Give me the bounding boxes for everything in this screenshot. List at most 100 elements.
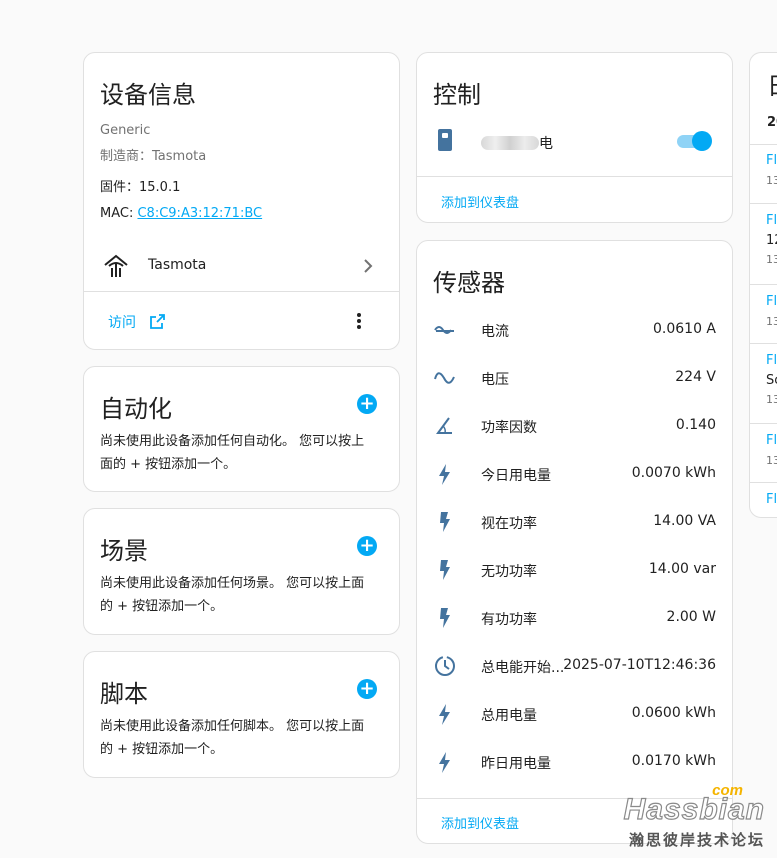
log-entry-time: 13 (766, 393, 777, 406)
more-vert-icon[interactable] (356, 312, 362, 334)
log-entry-name: Fl (766, 492, 777, 507)
sensor-value: 2.00 W (666, 609, 716, 625)
sensor-name: 无功功率 (481, 564, 537, 580)
lightning-bolt-icon (433, 462, 457, 486)
log-entry-name: Fl (766, 213, 777, 228)
log-entry-detail: 12 (766, 233, 777, 248)
scene-title: 场景 (100, 537, 148, 565)
sensor-name: 今日用电量 (481, 468, 551, 484)
log-entry-time: 13 (766, 315, 777, 328)
log-entry[interactable]: Fl 13 (766, 294, 777, 328)
device-info-card: 设备信息 Generic 制造商：Tasmota 固件：15.0.1 MAC: … (83, 52, 400, 350)
automation-title: 自动化 (100, 395, 172, 423)
log-entry-name: Fl (766, 433, 777, 448)
watermark-com: com (712, 782, 743, 799)
log-entry-time: 13 (766, 174, 777, 187)
sensor-row-energy-start[interactable]: 总电能开始... 2025-07-10T12:46:36 (417, 642, 732, 690)
log-entry[interactable]: Fl 12 13 (766, 213, 777, 266)
power-socket-icon (437, 128, 453, 156)
control-divider (417, 176, 732, 177)
sensor-row-total-energy[interactable]: 总用电量 0.0600 kWh (417, 690, 732, 738)
log-divider (750, 284, 777, 286)
log-entry[interactable]: Fl (766, 492, 777, 507)
sensor-name: 有功功率 (481, 612, 537, 628)
sine-wave-icon (433, 366, 457, 390)
sensor-value: 0.0070 kWh (631, 465, 716, 481)
device-model: Generic (100, 123, 151, 138)
switch-name-suffix: 电 (539, 136, 553, 152)
logbook-date: 20 (767, 115, 777, 130)
log-entry-time: 13 (766, 454, 777, 467)
sensor-row-apparent-power[interactable]: 视在功率 14.00 VA (417, 498, 732, 546)
log-entry-name: Fl (766, 353, 777, 368)
logbook-card: 日 20 Fl 13 Fl 12 13 Fl 13 Fl Sc 13 Fl 13… (749, 52, 777, 518)
sensor-value: 0.0170 kWh (631, 753, 716, 769)
automation-description: 尚未使用此设备添加任何自动化。 您可以按上面的 + 按钮添加一个。 (100, 434, 365, 472)
visit-button[interactable]: 访问 (108, 312, 166, 333)
flash-icon (433, 606, 457, 630)
device-firmware: 固件：15.0.1 (100, 180, 181, 195)
integration-name: Tasmota (148, 257, 207, 273)
log-divider (750, 343, 777, 345)
log-entry[interactable]: Fl 13 (766, 153, 777, 187)
sensor-row-yesterday-energy[interactable]: 昨日用电量 0.0170 kWh (417, 738, 732, 786)
mac-label: MAC: (100, 206, 138, 221)
sensor-name: 总电能开始... (481, 660, 565, 676)
sensor-name: 电流 (481, 324, 509, 340)
add-scene-button[interactable]: + (357, 536, 377, 556)
control-card: 控制 电 添加到仪表盘 (416, 52, 733, 223)
sensor-row-active-power[interactable]: 有功功率 2.00 W (417, 594, 732, 642)
switch-toggle[interactable] (675, 131, 712, 151)
sensor-value: 0.140 (675, 417, 716, 433)
sensor-name: 视在功率 (481, 516, 537, 532)
sensor-value: 14.00 VA (653, 513, 716, 529)
open-in-new-icon (150, 314, 166, 333)
sensor-value: 2025-07-10T12:46:36 (563, 657, 716, 673)
sensor-name: 功率因数 (481, 420, 537, 436)
scene-card: 场景 + 尚未使用此设备添加任何场景。 您可以按上面的 + 按钮添加一个。 (83, 508, 400, 635)
log-entry-name: Fl (766, 153, 777, 168)
sensor-value: 14.00 var (648, 561, 716, 577)
sensor-row-current[interactable]: 电流 0.0610 A (417, 306, 732, 354)
hassbian-watermark: com Hassbian 瀚思彼岸技术论坛 (623, 783, 765, 850)
log-entry[interactable]: Fl 13 (766, 433, 777, 467)
add-automation-button[interactable]: + (357, 394, 377, 414)
chevron-right-icon (363, 258, 373, 278)
switch-entity-name[interactable]: 电 (481, 133, 553, 153)
log-entry-name: Fl (766, 294, 777, 309)
control-add-dashboard-button[interactable]: 添加到仪表盘 (441, 192, 519, 211)
device-info-divider (84, 291, 399, 292)
sensor-value: 0.0610 A (652, 321, 716, 337)
log-divider (750, 144, 777, 146)
log-divider (750, 423, 777, 425)
script-card: 脚本 + 尚未使用此设备添加任何脚本。 您可以按上面的 + 按钮添加一个。 (83, 651, 400, 778)
lightning-bolt-icon (433, 702, 457, 726)
sensor-value: 0.0600 kWh (631, 705, 716, 721)
sensor-name: 电压 (481, 372, 509, 388)
sensors-add-dashboard-button[interactable]: 添加到仪表盘 (441, 813, 519, 832)
log-entry-time: 13 (766, 253, 777, 266)
script-description: 尚未使用此设备添加任何脚本。 您可以按上面的 + 按钮添加一个。 (100, 719, 365, 757)
automation-card: 自动化 + 尚未使用此设备添加任何自动化。 您可以按上面的 + 按钮添加一个。 (83, 366, 400, 492)
current-ac-icon (433, 318, 457, 342)
mac-link[interactable]: C8:C9:A3:12:71:BC (137, 206, 262, 221)
log-divider (750, 482, 777, 484)
flash-icon (433, 558, 457, 582)
script-title: 脚本 (100, 680, 148, 708)
integration-row[interactable]: Tasmota (84, 241, 399, 291)
sensors-title: 传感器 (433, 269, 505, 297)
sensor-row-reactive-power[interactable]: 无功功率 14.00 var (417, 546, 732, 594)
log-entry[interactable]: Fl Sc 13 (766, 353, 777, 406)
tasmota-logo-icon (102, 253, 130, 283)
sensor-row-today-energy[interactable]: 今日用电量 0.0070 kWh (417, 450, 732, 498)
add-script-button[interactable]: + (357, 679, 377, 699)
sensor-row-voltage[interactable]: 电压 224 V (417, 354, 732, 402)
log-entry-detail: Sc (766, 373, 777, 388)
angle-acute-icon (433, 414, 457, 438)
device-mac: MAC: C8:C9:A3:12:71:BC (100, 206, 262, 221)
watermark-subtitle: 瀚思彼岸技术论坛 (628, 831, 765, 849)
flash-icon (433, 510, 457, 534)
sensor-row-power-factor[interactable]: 功率因数 0.140 (417, 402, 732, 450)
control-title: 控制 (433, 81, 481, 109)
scene-description: 尚未使用此设备添加任何场景。 您可以按上面的 + 按钮添加一个。 (100, 576, 365, 614)
